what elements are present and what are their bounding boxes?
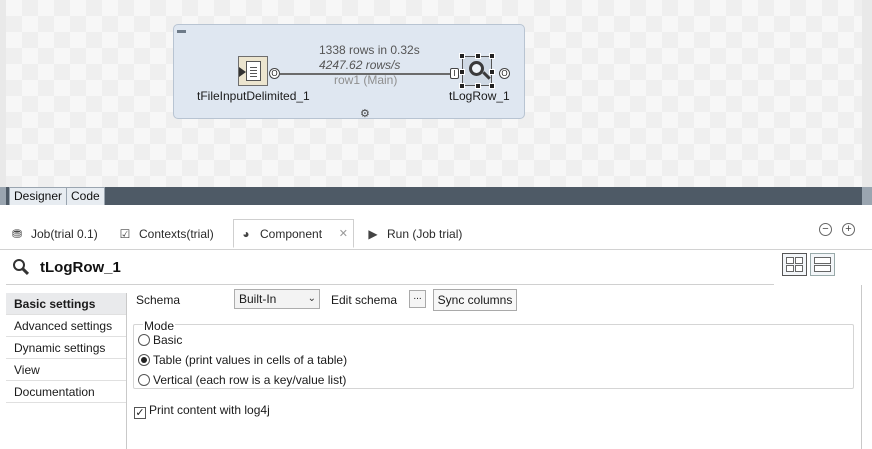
radio-button[interactable]: [138, 374, 150, 386]
tab-label: Run (Job trial): [387, 227, 463, 241]
minimize-button[interactable]: −: [819, 223, 832, 236]
basic-settings-panel: Schema Built-In ⌄ Edit schema ... Sync c…: [127, 285, 862, 449]
tab-component[interactable]: ◕ Component ✕: [233, 219, 354, 248]
log4j-checkbox[interactable]: ✓: [134, 407, 146, 419]
job-icon: ⛃: [11, 227, 23, 241]
chevron-down-icon: ⌄: [307, 293, 316, 304]
edit-schema-button[interactable]: ...: [409, 290, 426, 308]
log4j-label: Print content with log4j: [149, 403, 270, 417]
subjob-collapse-button[interactable]: [177, 30, 186, 33]
maximize-button[interactable]: +: [842, 223, 855, 236]
mode-group: Mode Basic Table (print values in cells …: [133, 319, 854, 389]
radio-label: Vertical (each row is a key/value list): [153, 373, 347, 387]
gears-icon: ⚙: [360, 108, 370, 120]
list-layout-button[interactable]: [810, 253, 835, 276]
tab-designer[interactable]: Designer: [9, 187, 68, 205]
tab-label: Contexts(trial): [139, 227, 214, 241]
schema-label: Schema: [136, 293, 181, 307]
settings-nav: Basic settings Advanced settings Dynamic…: [6, 293, 127, 449]
input-port[interactable]: I: [450, 68, 459, 79]
component-label[interactable]: tFileInputDelimited_1: [197, 89, 310, 103]
nav-basic-settings[interactable]: Basic settings: [6, 293, 126, 315]
tab-code[interactable]: Code: [66, 187, 105, 205]
mode-table-radio[interactable]: Table (print values in cells of a table): [138, 352, 347, 368]
schema-value: Built-In: [239, 292, 277, 306]
schema-select[interactable]: Built-In ⌄: [234, 289, 320, 309]
tab-job[interactable]: ⛃ Job(trial 0.1): [10, 220, 98, 249]
subjob-container[interactable]: O I O 1338 rows in 0.32s 4247.62 rows/s …: [173, 24, 525, 120]
log4j-checkbox-row[interactable]: ✓ Print content with log4j: [134, 402, 270, 419]
output-port[interactable]: O: [499, 68, 510, 79]
radio-button[interactable]: [138, 334, 150, 346]
nav-dynamic-settings[interactable]: Dynamic settings: [6, 337, 126, 359]
editor-tab-strip: Designer Code: [0, 187, 872, 205]
component-label[interactable]: tLogRow_1: [449, 89, 510, 103]
file-input-icon[interactable]: [238, 56, 268, 86]
output-port[interactable]: O: [269, 68, 280, 79]
magnifier-icon[interactable]: [459, 53, 495, 89]
mode-basic-radio[interactable]: Basic: [138, 332, 182, 348]
radio-button[interactable]: [138, 354, 150, 366]
nav-documentation[interactable]: Documentation: [6, 381, 126, 403]
tab-label: Job(trial 0.1): [31, 227, 98, 241]
tab-label: Component: [260, 227, 323, 241]
component-header: tLogRow_1: [0, 251, 872, 284]
radio-label: Table (print values in cells of a table): [153, 353, 348, 367]
contexts-icon: ☑: [119, 227, 131, 241]
grid-layout-button[interactable]: [782, 253, 807, 276]
flow-stats-rows: 1338 rows in 0.32s: [319, 43, 420, 57]
designer-canvas[interactable]: O I O 1338 rows in 0.32s 4247.62 rows/s …: [0, 0, 872, 187]
run-icon: ▶: [368, 227, 378, 241]
magnifier-icon: [12, 259, 30, 276]
flow-stats-rate: 4247.62 rows/s: [319, 58, 401, 72]
component-title: tLogRow_1: [40, 259, 121, 276]
radio-label: Basic: [153, 333, 183, 347]
palette-icon: ◕: [242, 227, 250, 241]
view-tab-bar: ⛃ Job(trial 0.1) ☑ Contexts(trial) ◕ Compon…: [0, 215, 872, 250]
tab-run[interactable]: ▶ Run (Job trial): [366, 220, 462, 249]
nav-view[interactable]: View: [6, 359, 126, 381]
edit-schema-label: Edit schema: [331, 293, 398, 307]
mode-legend: Mode: [143, 319, 176, 333]
flow-label[interactable]: row1 (Main): [334, 73, 397, 87]
mode-vertical-radio[interactable]: Vertical (each row is a key/value list): [138, 372, 346, 388]
sync-columns-button[interactable]: Sync columns: [433, 289, 517, 311]
nav-advanced-settings[interactable]: Advanced settings: [6, 315, 126, 337]
close-icon[interactable]: ✕: [339, 220, 348, 249]
tab-contexts[interactable]: ☑ Contexts(trial): [118, 220, 214, 249]
